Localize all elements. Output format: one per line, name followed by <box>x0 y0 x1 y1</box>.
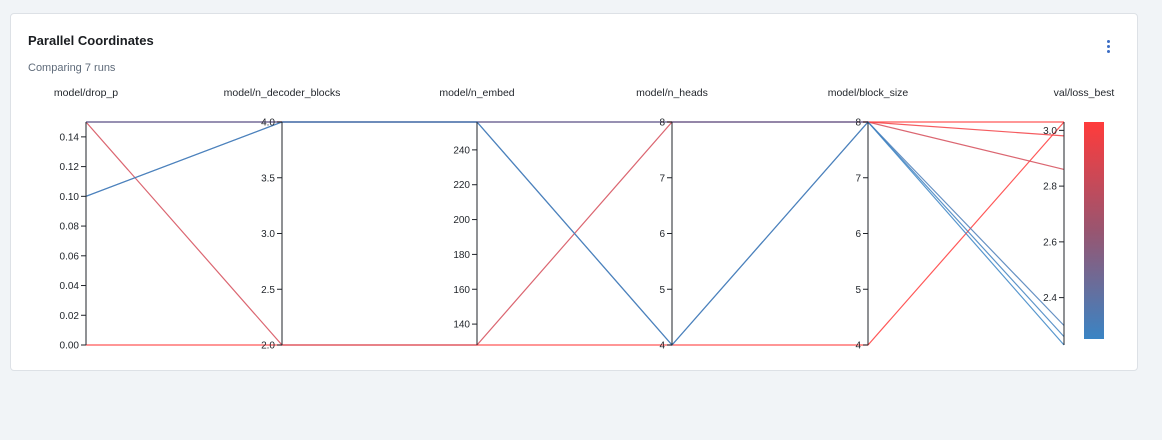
axis-tick-label: 180 <box>453 250 470 261</box>
axis-tick-label: 0.04 <box>60 281 80 292</box>
axis-tick-label: 200 <box>453 215 470 226</box>
axis-tick-label: 2.0 <box>261 341 275 352</box>
axis-tick-label: 0.12 <box>60 162 80 173</box>
axis-model-drop-p[interactable]: model/drop_p 0.00 0.02 0.04 0.06 0.08 0.10 0.12… <box>54 87 118 352</box>
axis-tick-label: 4.0 <box>261 118 275 129</box>
axis-title: model/block_size <box>828 87 909 99</box>
axis-tick-label: 0.10 <box>60 192 80 203</box>
axis-tick-label: 3.5 <box>261 173 275 184</box>
axis-tick-label: 140 <box>453 320 470 331</box>
axes: model/drop_p 0.00 0.02 0.04 0.06 0.08 0.10 0.12… <box>54 87 1115 352</box>
axis-tick-label: 6 <box>855 229 861 240</box>
axis-tick-label: 0.14 <box>60 132 80 143</box>
axis-model-block-size[interactable]: model/block_size 4 5 6 7 8 <box>828 87 909 352</box>
axis-tick-label: 5 <box>855 285 861 296</box>
run-line-6[interactable] <box>85 121 1065 346</box>
axis-title: model/n_embed <box>439 87 514 99</box>
axis-tick-label: 7 <box>659 173 665 184</box>
axis-tick-label: 6 <box>659 229 665 240</box>
axis-tick-label: 240 <box>453 145 470 156</box>
axis-tick-label: 2.8 <box>1043 182 1057 193</box>
axis-tick-label: 0.06 <box>60 251 80 262</box>
axis-tick-label: 220 <box>453 180 470 191</box>
axis-tick-label: 2.6 <box>1043 237 1057 248</box>
axis-tick-label: 0.02 <box>60 311 80 322</box>
axis-model-n-embed[interactable]: model/n_embed 140 160 180 200 220 240 <box>439 87 515 345</box>
axis-tick-label: 7 <box>855 173 861 184</box>
axis-tick-label: 2.5 <box>261 285 275 296</box>
axis-tick-label: 2.4 <box>1043 293 1057 304</box>
axis-tick-label: 8 <box>659 118 665 129</box>
axis-title: model/n_heads <box>636 87 708 99</box>
axis-tick-label: 0.08 <box>60 222 80 233</box>
axis-tick-label: 4 <box>659 341 665 352</box>
axis-tick-label: 3.0 <box>1043 126 1057 137</box>
axis-tick-label: 0.00 <box>60 341 80 352</box>
axis-tick-label: 5 <box>659 285 665 296</box>
axis-model-n-decoder-blocks[interactable]: model/n_decoder_blocks 2.0 2.5 3.0 3.5 4.0 <box>224 87 341 352</box>
axis-title: model/drop_p <box>54 87 118 99</box>
parallel-coordinates-chart: model/drop_p 0.00 0.02 0.04 0.06 0.08 0.10 0.12… <box>54 87 1115 352</box>
colorbar <box>1084 122 1104 339</box>
axis-model-n-heads[interactable]: model/n_heads 4 5 6 7 8 <box>636 87 708 352</box>
axis-tick-label: 3.0 <box>261 229 275 240</box>
run-lines <box>85 121 1065 346</box>
axis-title: val/loss_best <box>1054 87 1115 99</box>
axis-title: model/n_decoder_blocks <box>224 87 341 99</box>
run-line-7[interactable] <box>86 121 1065 338</box>
axis-tick-label: 160 <box>453 285 470 296</box>
axis-tick-label: 8 <box>855 118 861 129</box>
axis-tick-label: 4 <box>855 341 861 352</box>
